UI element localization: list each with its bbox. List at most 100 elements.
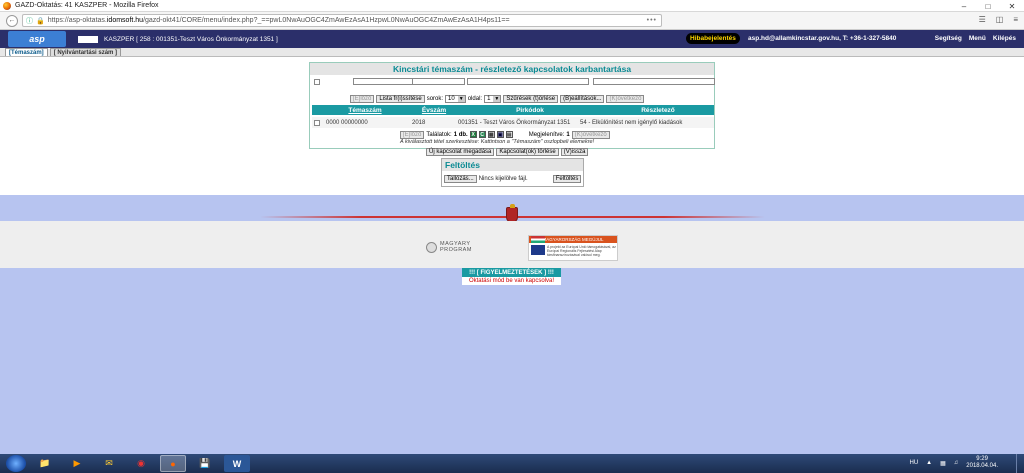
window-titlebar: GAZD-Oktatás: 41 KASZPER - Mozilla Firef… — [0, 0, 1024, 12]
word-icon[interactable]: W — [224, 455, 250, 472]
minimize-icon[interactable]: – — [952, 0, 976, 12]
url-bar[interactable]: ⓘ 🔒 https://asp-oktatas. idomsoft.hu/gazd… — [22, 14, 662, 27]
save-icon[interactable]: 💾 — [192, 455, 218, 472]
sidebar-icon[interactable]: ◫ — [996, 15, 1004, 24]
pager-next-button[interactable]: (K)övetkező — [571, 130, 610, 139]
rows-select[interactable]: 10 ▼ — [445, 94, 466, 103]
panel-title: Kincstári témaszám - részletező kapcsola… — [310, 63, 714, 75]
page-label: oldal: — [467, 95, 483, 102]
context-label: KASZPER [ 258 : 001351-Teszt Város Önkor… — [104, 35, 278, 43]
chevron-down-icon: ▼ — [457, 95, 465, 102]
col-pirkod: Pirkódok — [516, 106, 544, 114]
clear-filters-button[interactable]: Szűrések (t)örlése — [503, 94, 559, 103]
close-icon[interactable]: ✕ — [1000, 0, 1024, 12]
found-count: 1 db. — [453, 131, 468, 138]
report-bug-button[interactable]: Hibabejelentés — [686, 33, 740, 44]
tab-nyilvantartasi-szam[interactable]: [ Nyilvántartási szám ] — [49, 48, 122, 56]
url-domain: idomsoft.hu — [106, 17, 144, 24]
settings-button[interactable]: (B)eállítások... — [560, 94, 605, 103]
user-name-block — [78, 35, 98, 43]
clock[interactable]: 9:29 2018.04.04. — [966, 456, 998, 470]
shown-label: Megjelenítve: — [528, 131, 565, 138]
rows-label: sorok: — [426, 95, 444, 102]
help-link[interactable]: Segítség — [935, 35, 962, 42]
cell-evszam: 2018 — [412, 119, 426, 126]
filter-pirkod-input[interactable] — [467, 78, 589, 85]
taskbar: 📁 ▶ ✉ ◉ ● 💾 W HU ▲ ▦ ♫ 9:29 2018.04.04. — [0, 454, 1024, 473]
explorer-icon[interactable]: 📁 — [32, 455, 58, 472]
hamburger-menu-icon[interactable]: ≡ — [1013, 15, 1018, 24]
browse-button[interactable]: Tallózás... — [444, 175, 477, 183]
col-evszam[interactable]: Évszám — [410, 107, 458, 114]
outlook-icon[interactable]: ✉ — [96, 455, 122, 472]
main-content: Kincstári témaszám - részletező kapcsola… — [0, 57, 1024, 195]
col-temaszam[interactable]: Témaszám — [320, 107, 410, 114]
network-icon[interactable]: ▦ — [940, 460, 946, 467]
found-label: Találatok: — [426, 131, 452, 138]
footer: MAGYARY PROGRAM MAGYARORSZÁG MEGÚJUL A p… — [0, 221, 1024, 268]
firefox-icon — [3, 1, 11, 10]
back-button[interactable]: (V)issza — [560, 148, 589, 156]
select-all-checkbox[interactable] — [314, 79, 320, 85]
toolbar-icons: ☰ ◫ ≡ — [979, 15, 1018, 24]
refresh-list-button[interactable]: Lista fr(i)ssítése — [376, 94, 425, 103]
firefox-taskbar-icon[interactable]: ● — [160, 455, 186, 472]
page-actions-icon[interactable]: ••• — [647, 17, 657, 24]
table-row: 0000 00000000 2018 001351 - Teszt Város … — [312, 117, 714, 128]
file-name: Nincs kijelölve fájl. — [478, 176, 528, 182]
filter-reszletezo-input[interactable] — [593, 78, 715, 85]
magyary-program-logo: MAGYARY PROGRAM — [426, 241, 472, 253]
pager-prev-button[interactable]: [E]lőző — [400, 130, 425, 139]
url-prefix: https://asp-oktatas. — [47, 17, 107, 24]
eu-flag-icon — [531, 245, 545, 255]
maximize-icon[interactable]: □ — [976, 0, 1000, 12]
mp-line2: PROGRAM — [440, 247, 472, 253]
cell-reszletezo: 54 - Elkülönítést nem igénylő kiadások — [580, 119, 683, 126]
library-icon[interactable]: ☰ — [979, 15, 986, 24]
page-select[interactable]: 1 ▼ — [484, 94, 502, 103]
filter-evszam-input[interactable] — [412, 78, 465, 85]
eu-text: A projekt az Európai Unió támogatásával,… — [547, 245, 616, 257]
table-header: Témaszám Évszám Pirkódok Részletező — [312, 105, 714, 115]
col-reszletezo: Részletező — [641, 106, 675, 114]
url-path: /gazd-okt41/CORE/menu/index.php?_==pwL0N… — [143, 17, 510, 24]
action-buttons: Új kapcsolat megadása Kapcsolat(ok) törl… — [426, 148, 589, 156]
logout-link[interactable]: Kilépés — [993, 35, 1016, 42]
media-player-icon[interactable]: ▶ — [64, 455, 90, 472]
language-indicator[interactable]: HU — [910, 460, 919, 466]
tab-temaszam[interactable]: [Témaszám] — [5, 48, 48, 56]
export-excel-icon[interactable]: X — [469, 131, 477, 138]
chevron-down-icon: ▼ — [493, 95, 501, 102]
show-desktop-button[interactable] — [1016, 454, 1024, 473]
menu-link[interactable]: Menü — [969, 35, 986, 42]
start-button[interactable] — [6, 455, 26, 472]
delete-links-button[interactable]: Kapcsolat(ok) törlése — [496, 148, 559, 156]
upload-panel: Feltöltés Tallózás... Nincs kijelölve fá… — [441, 158, 584, 187]
volume-icon[interactable]: ♫ — [954, 460, 959, 466]
magyary-emblem-icon — [426, 241, 437, 253]
clock-date: 2018.04.04. — [966, 463, 998, 469]
export-xml-icon[interactable]: ▦ — [487, 131, 495, 138]
pager: [E]lőző Találatok: 1 db. X C ▦ ▣ ▤ Megje… — [400, 130, 610, 139]
next-page-button[interactable]: (K)övetkező — [606, 94, 645, 103]
export-html-icon[interactable]: ▣ — [496, 131, 504, 138]
page-value: 1 — [487, 95, 491, 102]
back-icon[interactable]: ← — [6, 14, 18, 27]
window-controls: – □ ✕ — [952, 0, 1024, 12]
tab-bar: [Témaszám] [ Nyilvántartási szám ] — [0, 48, 1024, 57]
system-tray: HU ▲ ▦ ♫ 9:29 2018.04.04. — [910, 456, 999, 470]
export-text-icon[interactable]: ▤ — [505, 131, 513, 138]
new-link-button[interactable]: Új kapcsolat megadása — [426, 148, 495, 156]
cell-temaszam[interactable]: 0000 00000000 — [326, 120, 412, 126]
export-csv-icon[interactable]: C — [478, 131, 486, 138]
warning-message: Oktatási mód be van kapcsolva! — [462, 277, 561, 285]
row-checkbox[interactable] — [314, 119, 320, 126]
cell-pirkod: 001351 - Teszt Város Önkormányzat 1351 — [458, 119, 571, 126]
upload-button[interactable]: Feltöltés — [552, 175, 582, 183]
contact-info: asp.hd@allamkincstar.gov.hu, T: +36-1-32… — [748, 35, 897, 42]
chrome-icon[interactable]: ◉ — [128, 455, 154, 472]
prev-page-button[interactable]: [E]lőző — [350, 94, 375, 103]
tray-arrow-icon[interactable]: ▲ — [926, 460, 932, 466]
list-controls: [E]lőző Lista fr(i)ssítése sorok: 10 ▼ ol… — [350, 94, 710, 103]
info-icon[interactable]: ⓘ — [26, 16, 33, 26]
